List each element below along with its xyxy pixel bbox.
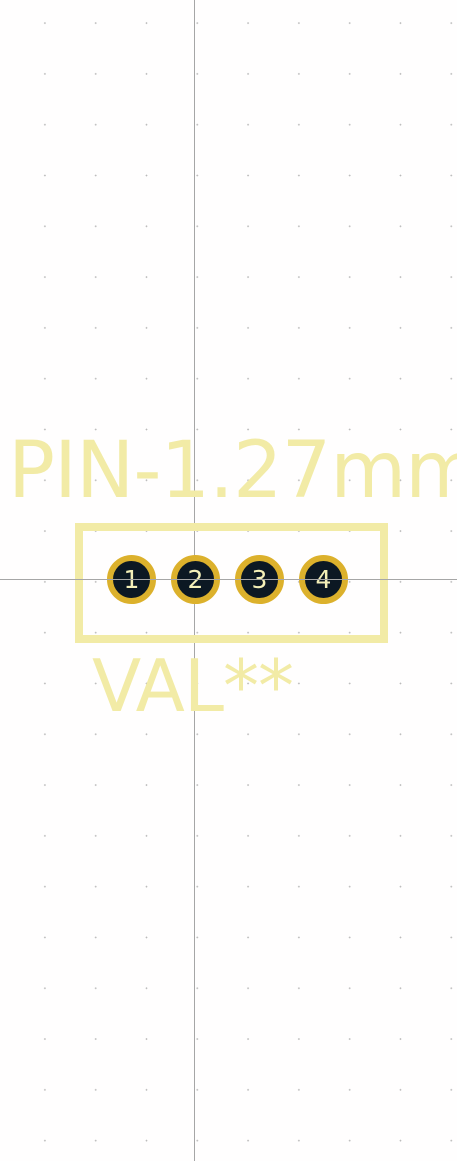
pcb-canvas[interactable]: PIN-1.27mm 1 2 3 4 VAL** bbox=[0, 0, 457, 1161]
footprint-value-text[interactable]: VAL** bbox=[92, 650, 294, 722]
footprint-reference-text[interactable]: PIN-1.27mm bbox=[8, 432, 457, 510]
origin-crosshair-horizontal bbox=[0, 579, 457, 580]
